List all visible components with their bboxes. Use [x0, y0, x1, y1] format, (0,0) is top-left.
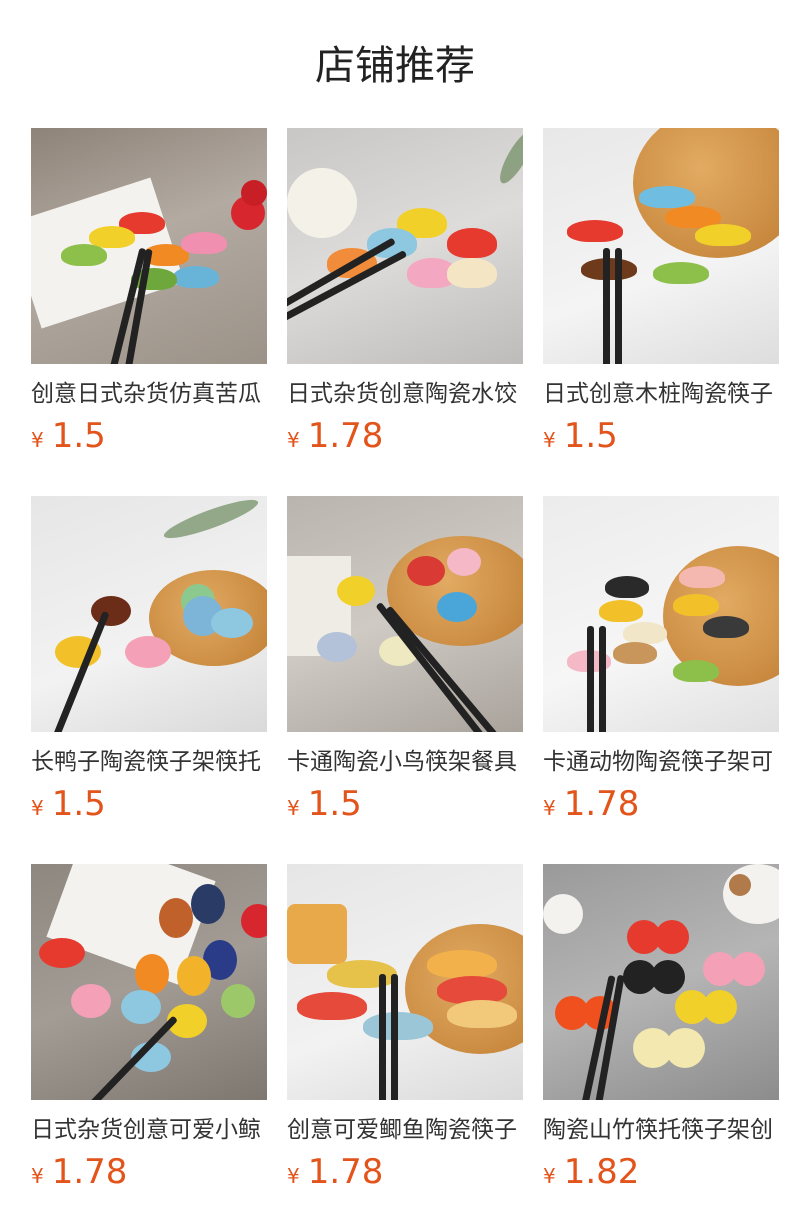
product-name[interactable]: 日式创意木桩陶瓷筷子 — [543, 378, 779, 410]
product-card[interactable]: 创意日式杂货仿真苦瓜 ¥1.5 — [31, 128, 267, 456]
page-title: 店铺推荐 — [315, 43, 475, 89]
product-card[interactable]: 日式创意木桩陶瓷筷子 ¥1.5 — [543, 128, 779, 456]
currency-symbol: ¥ — [287, 428, 300, 452]
price-value: 1.78 — [307, 1152, 384, 1192]
product-card[interactable]: 创意可爱鲫鱼陶瓷筷子 ¥1.78 — [287, 864, 523, 1192]
product-price: ¥1.82 — [543, 1152, 779, 1192]
product-name[interactable]: 卡通动物陶瓷筷子架可 — [543, 746, 779, 778]
product-card[interactable]: 卡通动物陶瓷筷子架可 ¥1.78 — [543, 496, 779, 824]
product-card[interactable]: 日式杂货创意可爱小鲸 ¥1.78 — [31, 864, 267, 1192]
product-image[interactable] — [543, 496, 779, 732]
currency-symbol: ¥ — [543, 1164, 556, 1188]
product-price: ¥1.5 — [543, 416, 779, 456]
price-value: 1.5 — [563, 416, 618, 456]
product-image[interactable] — [287, 128, 523, 364]
price-value: 1.82 — [563, 1152, 640, 1192]
product-name[interactable]: 陶瓷山竹筷托筷子架创 — [543, 1114, 779, 1146]
product-price: ¥1.78 — [31, 1152, 267, 1192]
product-price: ¥1.5 — [287, 784, 523, 824]
currency-symbol: ¥ — [31, 1164, 44, 1188]
product-name[interactable]: 长鸭子陶瓷筷子架筷托 — [31, 746, 267, 778]
product-image[interactable] — [543, 864, 779, 1100]
product-card[interactable]: 日式杂货创意陶瓷水饺 ¥1.78 — [287, 128, 523, 456]
product-image[interactable] — [31, 496, 267, 732]
price-value: 1.78 — [51, 1152, 128, 1192]
product-card[interactable]: 陶瓷山竹筷托筷子架创 ¥1.82 — [543, 864, 779, 1192]
price-value: 1.78 — [563, 784, 640, 824]
product-price: ¥1.78 — [287, 416, 523, 456]
product-card[interactable]: 卡通陶瓷小鸟筷架餐具 ¥1.5 — [287, 496, 523, 824]
price-value: 1.5 — [51, 416, 106, 456]
product-name[interactable]: 创意可爱鲫鱼陶瓷筷子 — [287, 1114, 523, 1146]
price-value: 1.78 — [307, 416, 384, 456]
product-image[interactable] — [543, 128, 779, 364]
product-card[interactable]: 长鸭子陶瓷筷子架筷托 ¥1.5 — [31, 496, 267, 824]
price-value: 1.5 — [307, 784, 362, 824]
currency-symbol: ¥ — [543, 796, 556, 820]
currency-symbol: ¥ — [543, 428, 556, 452]
product-image[interactable] — [287, 864, 523, 1100]
product-image[interactable] — [31, 864, 267, 1100]
product-name[interactable]: 卡通陶瓷小鸟筷架餐具 — [287, 746, 523, 778]
currency-symbol: ¥ — [287, 1164, 300, 1188]
price-value: 1.5 — [51, 784, 106, 824]
product-image[interactable] — [287, 496, 523, 732]
product-name[interactable]: 日式杂货创意可爱小鲸 — [31, 1114, 267, 1146]
product-price: ¥1.5 — [31, 784, 267, 824]
product-price: ¥1.5 — [31, 416, 267, 456]
product-price: ¥1.78 — [287, 1152, 523, 1192]
currency-symbol: ¥ — [31, 796, 44, 820]
product-price: ¥1.78 — [543, 784, 779, 824]
product-name[interactable]: 日式杂货创意陶瓷水饺 — [287, 378, 523, 410]
product-name[interactable]: 创意日式杂货仿真苦瓜 — [31, 378, 267, 410]
currency-symbol: ¥ — [287, 796, 300, 820]
product-image[interactable] — [31, 128, 267, 364]
currency-symbol: ¥ — [31, 428, 44, 452]
